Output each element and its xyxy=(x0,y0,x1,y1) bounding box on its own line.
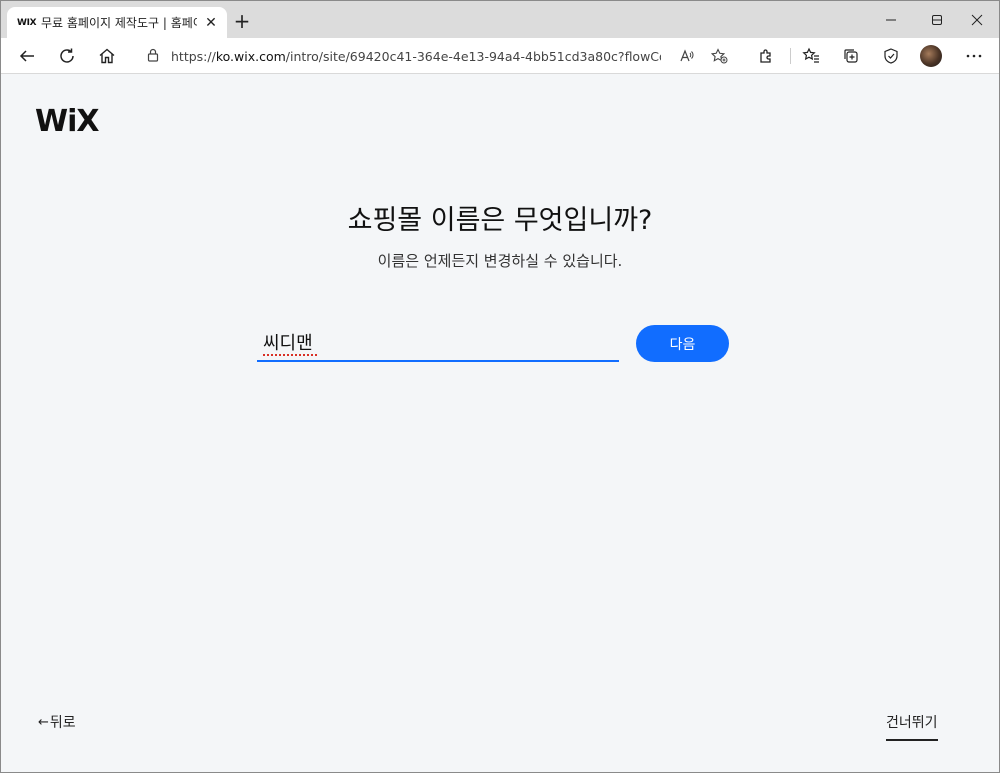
wix-favicon-icon: WIX xyxy=(17,17,37,28)
tab-strip: WIX 무료 홈페이지 제작도구 | 홈페이지 ✕ + xyxy=(1,1,999,38)
store-name-input[interactable] xyxy=(257,324,619,362)
left-arrow-icon: ← xyxy=(38,714,49,730)
read-aloud-icon[interactable] xyxy=(679,48,695,68)
maximize-icon[interactable] xyxy=(919,7,955,33)
refresh-icon[interactable] xyxy=(53,42,81,70)
back-link-label: 뒤로 xyxy=(49,715,76,731)
minimize-button[interactable] xyxy=(873,7,909,33)
favorites-icon[interactable] xyxy=(797,42,825,70)
new-tab-icon[interactable]: + xyxy=(231,10,253,32)
back-link[interactable]: ← 뒤로 xyxy=(38,712,76,732)
tab-close-icon[interactable]: ✕ xyxy=(203,15,219,31)
browser-toolbar: https://ko.wix.com/intro/site/69420c41-3… xyxy=(1,38,999,74)
next-button[interactable]: 다음 xyxy=(636,325,729,362)
browser-essentials-icon[interactable] xyxy=(877,42,905,70)
url-text[interactable]: https://ko.wix.com/intro/site/69420c41-3… xyxy=(171,49,661,64)
wix-logo: WiX xyxy=(35,104,100,139)
browser-window: WIX 무료 홈페이지 제작도구 | 홈페이지 ✕ + xyxy=(0,0,1000,773)
profile-avatar[interactable] xyxy=(920,45,942,67)
window-close-icon[interactable] xyxy=(959,7,995,33)
browser-tab[interactable]: WIX 무료 홈페이지 제작도구 | 홈페이지 ✕ xyxy=(7,7,227,38)
address-bar[interactable]: https://ko.wix.com/intro/site/69420c41-3… xyxy=(135,42,741,70)
extensions-icon[interactable] xyxy=(752,42,780,70)
toolbar-divider xyxy=(790,48,791,64)
add-favorite-icon[interactable] xyxy=(710,48,728,68)
collections-icon[interactable] xyxy=(837,42,865,70)
back-arrow-icon[interactable] xyxy=(13,42,41,70)
home-icon[interactable] xyxy=(93,42,121,70)
tab-title: 무료 홈페이지 제작도구 | 홈페이지 xyxy=(41,16,197,30)
page-content: WiX 쇼핑몰 이름은 무엇입니까? 이름은 언제든지 변경하실 수 있습니다.… xyxy=(1,74,999,772)
page-subtitle: 이름은 언제든지 변경하실 수 있습니다. xyxy=(377,252,623,270)
skip-link[interactable]: 건너뛰기 xyxy=(886,712,938,741)
lock-icon[interactable] xyxy=(147,47,159,66)
page-title: 쇼핑몰 이름은 무엇입니까? xyxy=(347,205,653,236)
more-menu-icon[interactable] xyxy=(960,42,988,70)
spellcheck-underline xyxy=(263,353,317,356)
